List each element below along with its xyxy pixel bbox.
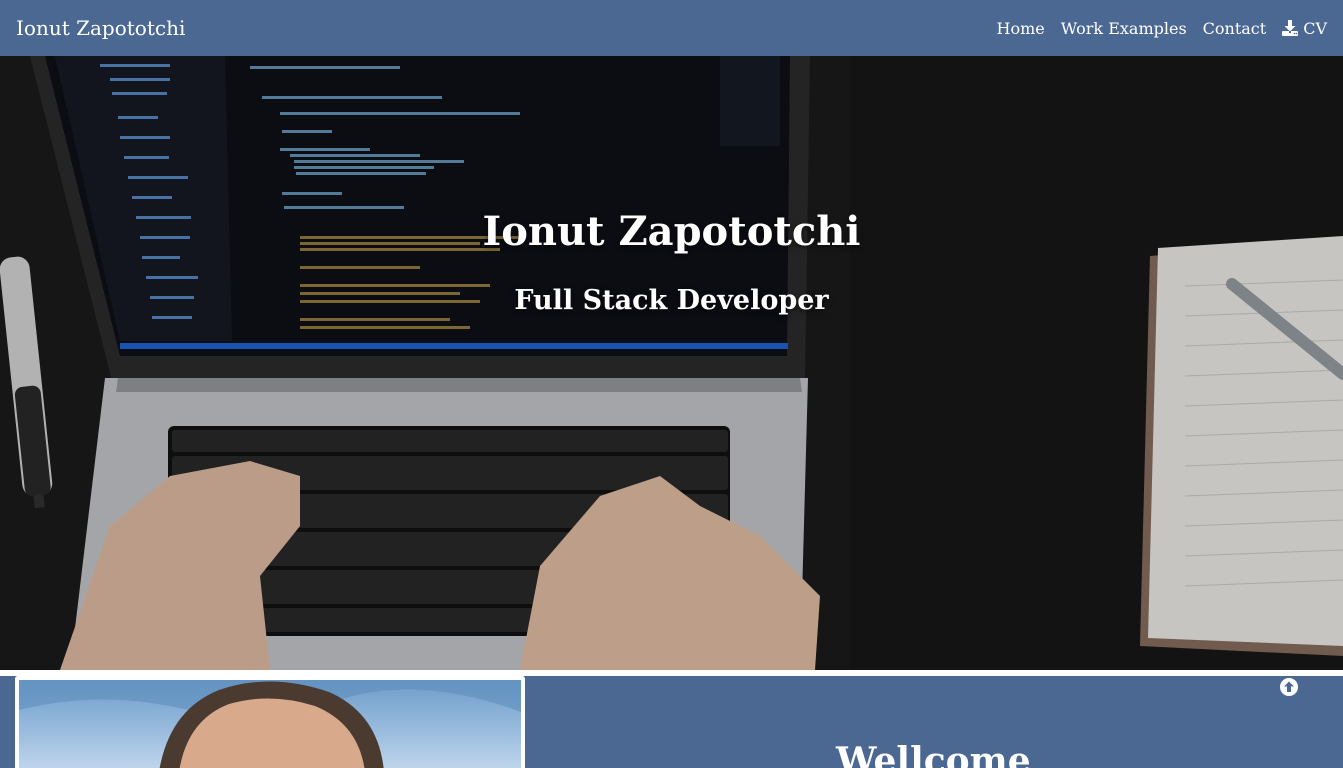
download-icon [1282,20,1299,36]
about-section: Wellcome [0,676,1343,768]
nav-link-cv-label: CV [1303,18,1327,38]
profile-photo [19,680,521,768]
hero-overlay [0,56,1343,670]
profile-photo-frame [15,676,525,768]
welcome-heading: Wellcome [836,740,1031,768]
hero-section: Ionut Zapototchi Full Stack Developer [0,56,1343,670]
hero-title: Ionut Zapototchi [482,208,861,255]
arrow-up-circle-icon [1280,678,1298,696]
nav-links: Home Work Examples Contact CV [997,19,1327,38]
scroll-to-top-button[interactable] [1279,677,1299,697]
nav-link-contact[interactable]: Contact [1203,19,1267,38]
nav-link-home[interactable]: Home [997,19,1045,38]
nav-link-work-examples[interactable]: Work Examples [1061,19,1187,38]
hero-subtitle: Full Stack Developer [514,285,829,316]
navbar: Ionut Zapototchi Home Work Examples Cont… [0,0,1343,56]
brand-link[interactable]: Ionut Zapototchi [16,16,185,40]
nav-link-cv[interactable]: CV [1282,19,1327,38]
